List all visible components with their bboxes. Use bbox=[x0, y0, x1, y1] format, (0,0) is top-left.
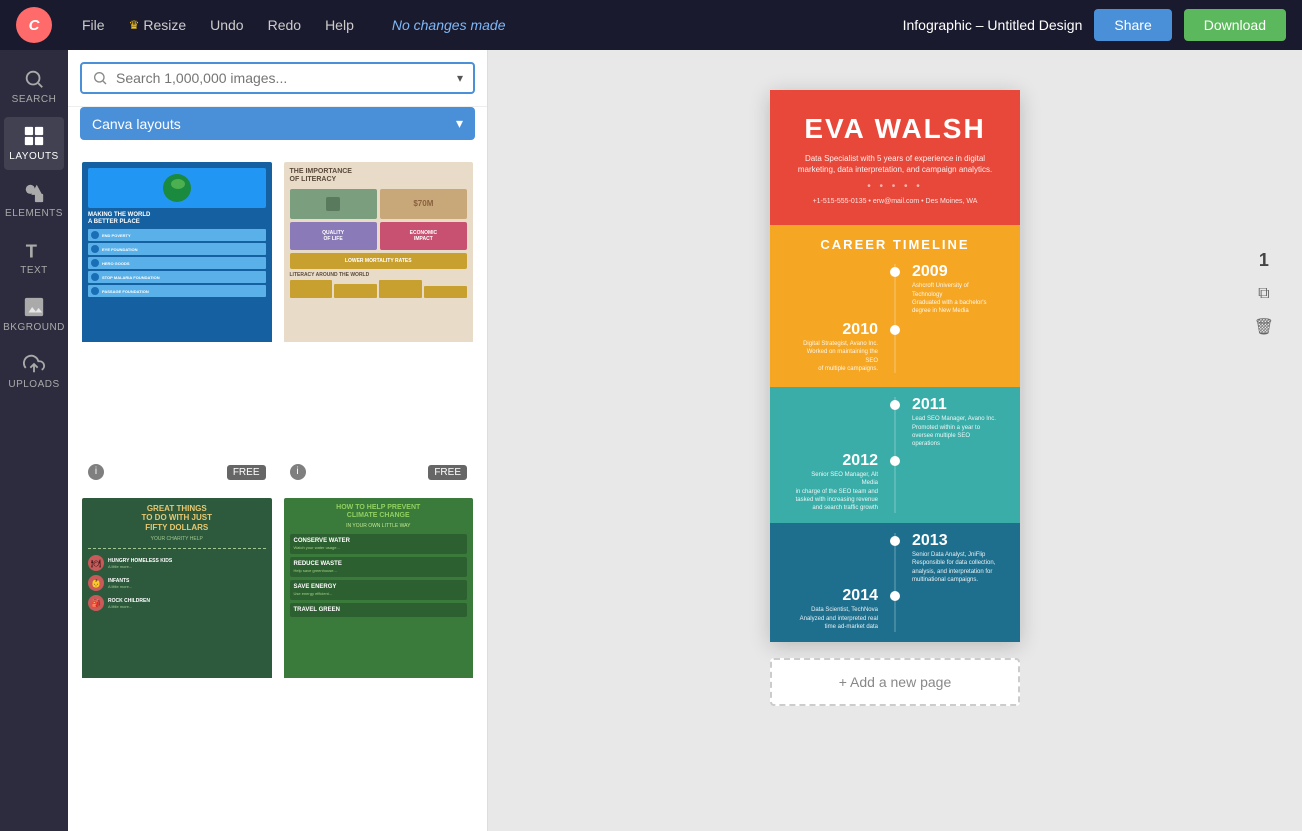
elements-icon bbox=[23, 182, 45, 204]
career-title: CAREER TIMELINE bbox=[786, 237, 1004, 252]
topbar-nav: File ♛ Resize Undo Redo Help bbox=[72, 13, 364, 37]
main-layout: SEARCH LAYOUTS ELEMENTS T TEXT bbox=[0, 50, 1302, 831]
teal-section-2011: 2011 Lead SEO Manager, Avano Inc.Promote… bbox=[770, 387, 1020, 523]
info-badge: i bbox=[88, 464, 104, 480]
topbar: C File ♛ Resize Undo Redo Help No change… bbox=[0, 0, 1302, 50]
contact-info: +1-515-555-0135 • erw@mail.com • Des Moi… bbox=[786, 198, 1004, 205]
delete-page-icon[interactable]: 🗑 bbox=[1254, 317, 1274, 337]
layouts-panel: ▾ Canva layouts ▾ MAKING THE WORLDA BETT… bbox=[68, 50, 488, 831]
nav-redo[interactable]: Redo bbox=[258, 13, 311, 37]
layout-climate-change[interactable]: HOW TO HELP PREVENTCLIMATE CHANGE IN YOU… bbox=[282, 496, 476, 824]
search-section: ▾ bbox=[68, 50, 487, 107]
search-icon bbox=[92, 70, 108, 86]
nav-undo[interactable]: Undo bbox=[200, 13, 253, 37]
nav-resize[interactable]: ♛ Resize bbox=[119, 13, 197, 37]
person-name: EVA WALSH bbox=[786, 114, 1004, 145]
search-icon bbox=[23, 68, 45, 90]
layout-literacy[interactable]: THE IMPORTANCEOF LITERACY $70M QUALITYOF… bbox=[282, 160, 476, 488]
card-header: EVA WALSH Data Specialist with 5 years o… bbox=[770, 90, 1020, 225]
canvas-area: EVA WALSH Data Specialist with 5 years o… bbox=[488, 50, 1302, 831]
page-number: 1 bbox=[1259, 250, 1269, 271]
free-badge: FREE bbox=[227, 465, 266, 480]
crown-icon: ♛ bbox=[129, 18, 140, 32]
infographic-card[interactable]: EVA WALSH Data Specialist with 5 years o… bbox=[770, 90, 1020, 642]
search-wrapper: ▾ bbox=[80, 62, 475, 94]
topbar-status: No changes made bbox=[392, 17, 506, 33]
person-title: Data Specialist with 5 years of experien… bbox=[786, 153, 1004, 175]
nav-file[interactable]: File bbox=[72, 13, 115, 37]
career-section: CAREER TIMELINE 2009 Ashcroft University… bbox=[770, 225, 1020, 387]
sidebar-item-background[interactable]: BKGROUND bbox=[4, 288, 64, 341]
layout-filter-dropdown[interactable]: Canva layouts ▾ bbox=[80, 107, 475, 140]
add-page-button[interactable]: + Add a new page bbox=[770, 658, 1020, 706]
share-button[interactable]: Share bbox=[1094, 9, 1171, 41]
layouts-grid: MAKING THE WORLDA BETTER PLACE END POVER… bbox=[68, 152, 487, 831]
free-badge-2: FREE bbox=[428, 465, 467, 480]
dropdown-chevron-icon: ▾ bbox=[456, 115, 463, 132]
svg-text:T: T bbox=[26, 240, 38, 261]
download-button[interactable]: Download bbox=[1184, 9, 1286, 41]
nav-help[interactable]: Help bbox=[315, 13, 364, 37]
info-badge-2: i bbox=[290, 464, 306, 480]
filter-section: Canva layouts ▾ bbox=[68, 107, 487, 152]
image-search-input[interactable] bbox=[116, 70, 449, 86]
duplicate-page-icon[interactable]: ⧉ bbox=[1258, 285, 1269, 303]
sidebar-icons: SEARCH LAYOUTS ELEMENTS T TEXT bbox=[0, 50, 68, 831]
search-chevron-icon[interactable]: ▾ bbox=[457, 71, 463, 85]
design-title: Infographic – Untitled Design bbox=[903, 17, 1083, 33]
teal-section-2013: 2013 Senior Data Analyst, JniFlipRespons… bbox=[770, 523, 1020, 642]
header-dots: • • • • • bbox=[786, 181, 1004, 192]
layouts-icon bbox=[23, 125, 45, 147]
sidebar-item-search[interactable]: SEARCH bbox=[4, 60, 64, 113]
sidebar-item-text[interactable]: T TEXT bbox=[4, 231, 64, 284]
sidebar-item-uploads[interactable]: UPLOADS bbox=[4, 345, 64, 398]
sidebar-item-elements[interactable]: ELEMENTS bbox=[4, 174, 64, 227]
uploads-icon bbox=[23, 353, 45, 375]
background-icon bbox=[23, 296, 45, 318]
topbar-right: Infographic – Untitled Design Share Down… bbox=[903, 9, 1286, 41]
layout-world-better[interactable]: MAKING THE WORLDA BETTER PLACE END POVER… bbox=[80, 160, 274, 488]
text-icon: T bbox=[23, 239, 45, 261]
sidebar-item-layouts[interactable]: LAYOUTS bbox=[4, 117, 64, 170]
canva-logo[interactable]: C bbox=[16, 7, 52, 43]
layout-great-things[interactable]: GREAT THINGSTO DO WITH JUSTFIFTY DOLLARS… bbox=[80, 496, 274, 824]
